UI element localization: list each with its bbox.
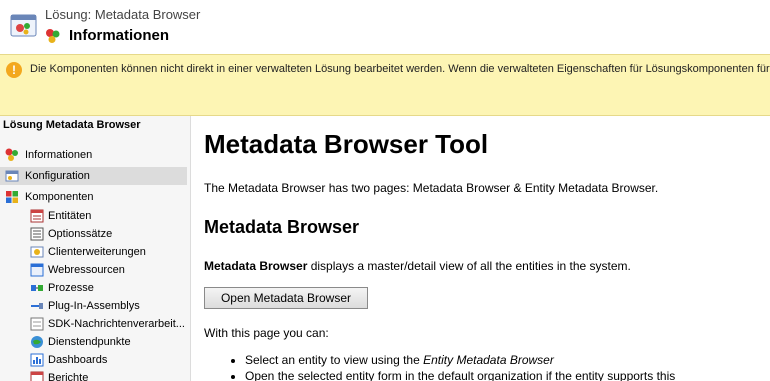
configuration-icon bbox=[5, 170, 19, 182]
option-sets-icon bbox=[30, 227, 44, 241]
sidebar-item-label: Konfiguration bbox=[25, 170, 90, 182]
open-metadata-browser-button[interactable]: Open Metadata Browser bbox=[204, 287, 368, 309]
solution-icon bbox=[10, 14, 37, 37]
sidebar-item-sdk-messages[interactable]: SDK-Nachrichtenverarbeit... bbox=[0, 315, 187, 333]
sidebar-item-entitaeten[interactable]: Entitäten bbox=[0, 207, 187, 225]
can-text: With this page you can: bbox=[204, 326, 329, 340]
sidebar-item-label: SDK-Nachrichtenverarbeit... bbox=[48, 318, 185, 330]
warning-icon: ! bbox=[6, 62, 22, 78]
plugin-assemblies-icon bbox=[31, 303, 43, 309]
desc-rest: displays a master/detail view of all the… bbox=[307, 259, 631, 273]
solution-label: Lösung: Metadata Browser bbox=[45, 7, 201, 22]
sidebar-item-label: Entitäten bbox=[48, 210, 92, 222]
sidebar-item-plug-in-assemblys[interactable]: Plug-In-Assemblys bbox=[0, 297, 187, 315]
notification-bar: ! Die Komponenten können nicht direkt in… bbox=[0, 54, 770, 116]
content-title: Metadata Browser Tool bbox=[204, 129, 489, 159]
sidebar-title: Lösung Metadata Browser bbox=[3, 119, 141, 131]
sidebar: Lösung Metadata Browser Informationen Ko… bbox=[0, 116, 191, 381]
components-icon bbox=[6, 191, 18, 203]
desc-bold: Metadata Browser bbox=[204, 259, 308, 273]
feature-list: Select an entity to view using the Entit… bbox=[231, 352, 675, 381]
sidebar-item-berichte[interactable]: Berichte bbox=[0, 369, 187, 381]
sidebar-item-label: Berichte bbox=[48, 372, 89, 381]
sidebar-item-label: Clienterweiterungen bbox=[48, 246, 146, 258]
processes-icon bbox=[31, 285, 43, 291]
sidebar-item-label: Informationen bbox=[25, 149, 93, 161]
sidebar-item-label: Prozesse bbox=[48, 282, 94, 294]
sdk-messages-icon bbox=[30, 317, 44, 331]
web-resources-icon bbox=[30, 263, 44, 277]
sidebar-item-label: Komponenten bbox=[25, 191, 94, 203]
section-description: Metadata Browser displays a master/detai… bbox=[204, 259, 631, 273]
sidebar-item-webressourcen[interactable]: Webressourcen bbox=[0, 261, 187, 279]
reports-icon bbox=[30, 371, 44, 381]
page-title: Informationen bbox=[69, 27, 169, 44]
sidebar-item-clienterweiterungen[interactable]: Clienterweiterungen bbox=[0, 243, 187, 261]
sidebar-item-dienstendpunkte[interactable]: Dienstendpunkte bbox=[0, 333, 187, 351]
sidebar-item-dashboards[interactable]: Dashboards bbox=[0, 351, 187, 369]
sidebar-item-label: Optionssätze bbox=[48, 228, 113, 240]
dashboards-icon bbox=[30, 353, 44, 367]
sidebar-item-optionssaetze[interactable]: Optionssätze bbox=[0, 225, 187, 243]
notification-text: Die Komponenten können nicht direkt in e… bbox=[30, 63, 770, 75]
sidebar-item-prozesse[interactable]: Prozesse bbox=[0, 279, 187, 297]
intro-text: The Metadata Browser has two pages: Meta… bbox=[204, 181, 659, 195]
info-icon bbox=[46, 29, 60, 43]
info-icon bbox=[5, 148, 18, 161]
list-item: Select an entity to view using the Entit… bbox=[245, 352, 675, 368]
sidebar-item-label: Dienstendpunkte bbox=[48, 336, 131, 348]
sidebar-item-label: Plug-In-Assemblys bbox=[48, 300, 140, 312]
sidebar-item-label: Webressourcen bbox=[48, 264, 125, 276]
list-item: Open the selected entity form in the def… bbox=[245, 368, 675, 381]
service-endpoints-icon bbox=[31, 336, 43, 348]
sidebar-item-informationen[interactable]: Informationen bbox=[0, 146, 187, 164]
client-extensions-icon bbox=[30, 246, 44, 258]
section-title: Metadata Browser bbox=[204, 217, 360, 237]
sidebar-item-konfiguration[interactable]: Konfiguration bbox=[0, 167, 187, 185]
main-content: Metadata Browser Tool The Metadata Brows… bbox=[191, 116, 770, 381]
entities-icon bbox=[30, 209, 44, 223]
sidebar-item-komponenten[interactable]: Komponenten bbox=[0, 188, 187, 206]
sidebar-item-label: Dashboards bbox=[48, 354, 108, 366]
page-header: Lösung: Metadata Browser Informationen bbox=[0, 0, 770, 54]
